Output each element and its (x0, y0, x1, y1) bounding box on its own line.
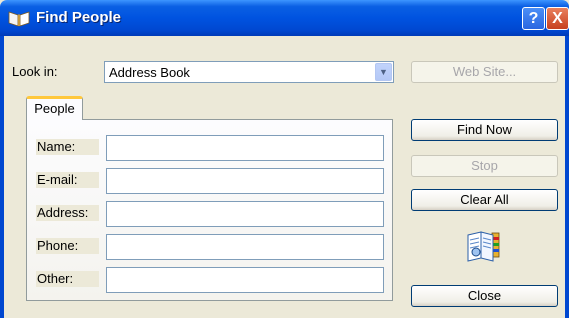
web-site-button[interactable]: Web Site... (411, 61, 558, 83)
other-label: Other: (36, 271, 99, 287)
address-label: Address: (36, 205, 99, 221)
address-field[interactable] (106, 201, 384, 227)
chevron-down-icon[interactable]: ▼ (375, 63, 392, 81)
look-in-dropdown[interactable]: Address Book ▼ (104, 61, 394, 83)
stop-button[interactable]: Stop (411, 155, 558, 177)
title-bar[interactable]: Find People ? X (0, 0, 569, 36)
close-button[interactable]: Close (411, 285, 558, 307)
window-title: Find People (36, 9, 122, 26)
phone-label: Phone: (36, 238, 99, 254)
address-book-icon (8, 11, 30, 27)
name-field[interactable] (106, 135, 384, 161)
look-in-label: Look in: (12, 64, 58, 79)
look-in-value: Address Book (109, 65, 190, 80)
phone-field[interactable] (106, 234, 384, 260)
window-frame-right (565, 36, 569, 318)
open-book-icon (467, 231, 500, 262)
window-frame-left (0, 36, 4, 318)
email-field[interactable] (106, 168, 384, 194)
find-now-button[interactable]: Find Now (411, 119, 558, 141)
clear-all-button[interactable]: Clear All (411, 189, 558, 211)
close-window-button[interactable]: X (546, 7, 569, 30)
name-label: Name: (36, 139, 99, 155)
help-button[interactable]: ? (522, 7, 545, 30)
other-field[interactable] (106, 267, 384, 293)
email-label: E-mail: (36, 172, 99, 188)
tab-people[interactable]: People (26, 96, 83, 120)
